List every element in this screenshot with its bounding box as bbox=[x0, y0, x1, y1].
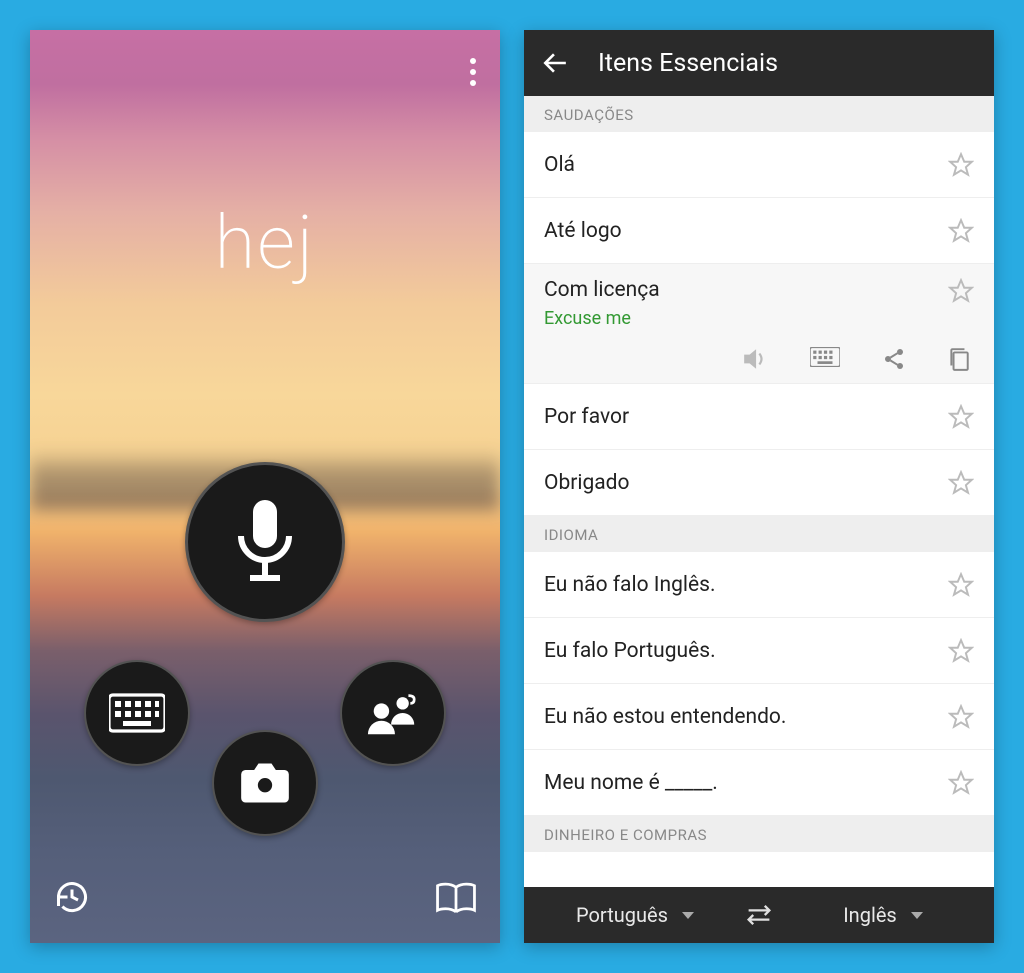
star-outline-icon bbox=[948, 404, 974, 430]
arrow-left-icon bbox=[542, 50, 568, 76]
star-outline-icon bbox=[948, 278, 974, 304]
star-outline-icon bbox=[948, 470, 974, 496]
section-header-language: IDIOMA bbox=[524, 516, 994, 552]
list-item[interactable]: Até logo bbox=[524, 198, 994, 264]
phrase-label: Por favor bbox=[544, 405, 629, 429]
phrase-label: Meu nome é _____. bbox=[544, 771, 718, 795]
camera-button[interactable] bbox=[212, 730, 318, 836]
target-language-label: Inglês bbox=[843, 903, 897, 927]
list-item[interactable]: Eu não estou entendendo. bbox=[524, 684, 994, 750]
phrasebook-screen: Itens Essenciais SAUDAÇÕES Olá Até logo … bbox=[524, 30, 994, 943]
chevron-down-icon bbox=[911, 912, 923, 919]
favorite-button[interactable] bbox=[948, 572, 974, 598]
phrasebook-button[interactable] bbox=[436, 881, 476, 915]
phrase-label: Até logo bbox=[544, 219, 622, 243]
phrase-label: Olá bbox=[544, 153, 575, 177]
speak-button[interactable] bbox=[742, 347, 768, 371]
star-outline-icon bbox=[948, 638, 974, 664]
list-item[interactable]: Eu não falo Inglês. bbox=[524, 552, 994, 618]
section-header-greetings: SAUDAÇÕES bbox=[524, 96, 994, 132]
phrase-list: SAUDAÇÕES Olá Até logo Com licença Excus… bbox=[524, 96, 994, 887]
phrase-translation: Excuse me bbox=[544, 308, 660, 329]
section-header-money: DINHEIRO E COMPRAS bbox=[524, 816, 994, 852]
favorite-button[interactable] bbox=[948, 704, 974, 730]
list-item[interactable]: Meu nome é _____. bbox=[524, 750, 994, 816]
phrase-label: Obrigado bbox=[544, 471, 630, 495]
page-title: Itens Essenciais bbox=[598, 49, 778, 78]
source-language-dropdown[interactable]: Português bbox=[536, 903, 734, 927]
star-outline-icon bbox=[948, 704, 974, 730]
history-button[interactable] bbox=[54, 879, 90, 915]
overflow-menu-button[interactable] bbox=[470, 58, 476, 86]
list-item-expanded[interactable]: Com licença Excuse me bbox=[524, 264, 994, 384]
favorite-button[interactable] bbox=[948, 152, 974, 178]
favorite-button[interactable] bbox=[948, 218, 974, 244]
conversation-button[interactable] bbox=[340, 660, 446, 766]
book-icon bbox=[436, 881, 476, 915]
star-outline-icon bbox=[948, 218, 974, 244]
favorite-button[interactable] bbox=[948, 470, 974, 496]
speaker-icon bbox=[742, 347, 768, 371]
share-icon bbox=[882, 347, 906, 371]
swap-icon bbox=[744, 903, 774, 927]
favorite-button[interactable] bbox=[948, 404, 974, 430]
microphone-icon bbox=[229, 498, 301, 586]
copy-button[interactable] bbox=[948, 347, 970, 371]
more-vertical-icon bbox=[470, 58, 476, 86]
keyboard-button[interactable] bbox=[810, 347, 840, 371]
list-item[interactable]: Eu falo Português. bbox=[524, 618, 994, 684]
translated-word: hej bbox=[30, 200, 500, 287]
keyboard-button[interactable] bbox=[84, 660, 190, 766]
camera-icon bbox=[239, 761, 291, 805]
favorite-button[interactable] bbox=[948, 638, 974, 664]
list-item[interactable]: Por favor bbox=[524, 384, 994, 450]
favorite-button[interactable] bbox=[948, 278, 974, 304]
favorite-button[interactable] bbox=[948, 770, 974, 796]
back-button[interactable] bbox=[542, 50, 568, 76]
star-outline-icon bbox=[948, 152, 974, 178]
phrase-actions bbox=[544, 347, 974, 371]
target-language-dropdown[interactable]: Inglês bbox=[784, 903, 982, 927]
app-bar: Itens Essenciais bbox=[524, 30, 994, 96]
source-language-label: Português bbox=[576, 903, 668, 927]
list-item[interactable]: Obrigado bbox=[524, 450, 994, 516]
keyboard-icon bbox=[810, 347, 840, 367]
list-item[interactable]: Olá bbox=[524, 132, 994, 198]
microphone-button[interactable] bbox=[185, 462, 345, 622]
star-outline-icon bbox=[948, 572, 974, 598]
language-bar: Português Inglês bbox=[524, 887, 994, 943]
share-button[interactable] bbox=[882, 347, 906, 371]
phrase-label: Eu não falo Inglês. bbox=[544, 573, 716, 597]
translator-main-screen: hej bbox=[30, 30, 500, 943]
keyboard-icon bbox=[109, 693, 165, 733]
history-icon bbox=[54, 879, 90, 915]
phrase-label: Com licença bbox=[544, 278, 660, 302]
swap-languages-button[interactable] bbox=[734, 903, 784, 927]
star-outline-icon bbox=[948, 770, 974, 796]
phrase-label: Eu falo Português. bbox=[544, 639, 716, 663]
chevron-down-icon bbox=[682, 912, 694, 919]
phrase-label: Eu não estou entendendo. bbox=[544, 705, 786, 729]
copy-icon bbox=[948, 347, 970, 371]
conversation-icon bbox=[366, 691, 420, 735]
